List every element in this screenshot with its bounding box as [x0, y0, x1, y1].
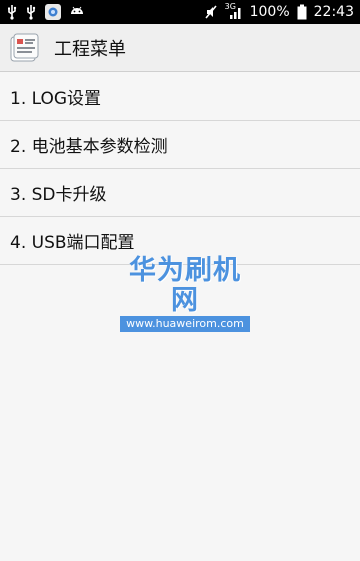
gallery-notification-icon — [44, 3, 62, 21]
android-icon — [69, 3, 85, 21]
menu-item-battery-params[interactable]: 2. 电池基本参数检测 — [0, 121, 360, 169]
menu-item-label: 4. USB端口配置 — [10, 233, 135, 253]
battery-percent: 100% — [249, 4, 290, 20]
clock: 22:43 — [313, 4, 354, 20]
menu-item-label: 2. 电池基本参数检测 — [10, 137, 168, 157]
mute-icon — [204, 3, 218, 21]
menu-item-log-settings[interactable]: 1. LOG设置 — [0, 73, 360, 121]
engineering-menu-icon[interactable] — [8, 31, 42, 65]
action-bar: 工程菜单 — [0, 24, 360, 72]
engineering-menu-list: 1. LOG设置 2. 电池基本参数检测 3. SD卡升级 4. USB端口配置 — [0, 73, 360, 265]
page-title: 工程菜单 — [54, 38, 126, 60]
watermark-url: www.huaweirom.com — [120, 316, 250, 332]
network-type-label: 3G — [224, 2, 236, 11]
usb-icon — [6, 3, 18, 21]
status-bar-notifications — [6, 3, 85, 21]
signal-3g-icon: 3G — [225, 3, 243, 21]
menu-item-usb-port-config[interactable]: 4. USB端口配置 — [0, 217, 360, 265]
menu-item-label: 3. SD卡升级 — [10, 185, 107, 205]
menu-item-label: 1. LOG设置 — [10, 89, 102, 109]
usb-icon — [25, 3, 37, 21]
status-bar: 3G 100% 22:43 — [0, 0, 360, 24]
status-bar-system: 3G 100% 22:43 — [204, 3, 354, 21]
watermark: 华为刷机网 www.huaweirom.com — [120, 256, 250, 332]
menu-item-sd-upgrade[interactable]: 3. SD卡升级 — [0, 169, 360, 217]
watermark-title: 华为刷机网 — [129, 255, 241, 316]
battery-icon — [297, 3, 307, 21]
